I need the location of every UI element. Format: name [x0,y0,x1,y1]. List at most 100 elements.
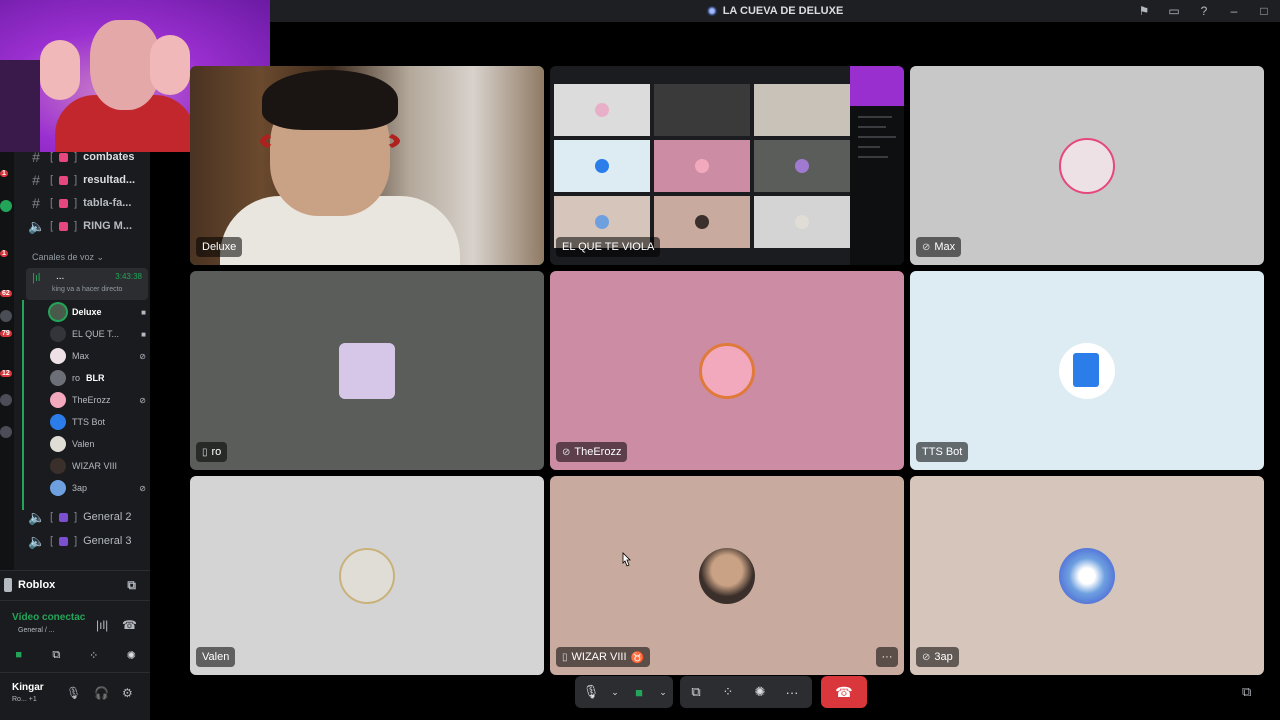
unread-badge: 1 [0,250,8,257]
video-tile-deluxe[interactable]: Deluxe [190,66,544,265]
user-name: Valen [72,439,95,449]
voice-activity-icon: |ıl [32,272,41,284]
voice-channel[interactable]: 🔈 [] General 3 [28,530,146,552]
tile-name-tag: ⊘ 3ap [916,647,959,667]
screen-share-icon[interactable]: ⧉ [127,578,136,593]
window-title-wrap: LA CUEVA DE DELUXE [706,5,844,17]
avatar [50,436,66,452]
soundboard-icon[interactable]: ✺ [744,676,776,708]
server-icon[interactable] [0,426,12,438]
user-name: TheErozz [72,395,111,405]
avatar [50,392,66,408]
activities-icon[interactable]: ⁘ [81,646,107,664]
text-channel[interactable]: # [] tabla-fa... [28,192,146,214]
video-tile-valen[interactable]: Valen [190,476,544,675]
minimize-icon[interactable]: – [1226,3,1242,19]
activities-icon[interactable]: ⁘ [712,676,744,708]
emoji-icon [59,512,69,522]
flag-icon[interactable]: ⚑ [1136,3,1152,19]
video-tile-screen-share[interactable]: EL QUE TE VIOLA [550,66,904,265]
tile-name-tag: EL QUE TE VIOLA [556,237,661,257]
avatar [339,342,395,399]
video-tile-max[interactable]: ⊘ Max [910,66,1264,265]
maximize-icon[interactable]: □ [1256,3,1272,19]
screen-share-icon[interactable]: ⧉ [680,676,712,708]
tile-name-tag: ▯ WIZAR VIII ♉ [556,647,651,667]
voice-user[interactable]: Max ⊘ [50,346,146,366]
voice-user[interactable]: Deluxe ■ [50,302,146,322]
activity-status[interactable]: Roblox ⧉ [0,574,150,596]
soundboard-icon[interactable]: ✺ [118,646,144,664]
voice-category-header[interactable]: Canales de voz ⌄ [32,252,104,263]
user-name: TTS Bot [72,417,106,427]
voice-channel[interactable]: 🔈 [] General 2 [28,506,146,528]
video-tile-tts-bot[interactable]: TTS Bot [910,271,1264,470]
voice-user[interactable]: 3ap ⊘ [50,478,146,498]
voice-connected-channel[interactable]: General / ... [18,627,55,634]
voice-user[interactable]: ro BLR [50,368,146,388]
server-strip: 1 1 62 79 12 [0,150,14,570]
document-icon [1073,352,1099,387]
voice-connected-status[interactable]: Vídeo conectac [12,612,85,623]
inbox-icon[interactable]: ▭ [1166,3,1182,19]
server-icon[interactable] [0,394,12,406]
avatar [50,326,66,342]
deafened-icon: ⊘ [139,395,146,405]
video-tile-wizar[interactable]: ▯ WIZAR VIII ♉ ··· [550,476,904,675]
microphone-icon[interactable]: 🎙 [575,676,607,708]
mic-options-chevron-icon[interactable]: ⌄ [607,676,623,708]
avatar [699,342,755,399]
help-icon[interactable]: ? [1196,3,1212,19]
screen-share-icon[interactable]: ⧉ [43,646,69,664]
server-icon [706,6,717,16]
audio-video-controls: 🎙 ⌄ ■ ⌄ [575,676,673,708]
title-bar-actions: ⚑ ▭ ? – □ [1136,3,1272,19]
camera-options-chevron-icon[interactable]: ⌄ [655,676,671,708]
deafened-icon: ⊘ [562,446,571,458]
more-options-button[interactable]: ··· [776,676,808,708]
voice-user[interactable]: TheErozz ⊘ [50,390,146,410]
server-icon[interactable] [0,200,12,212]
more-options-button[interactable]: ··· [876,647,898,667]
avatar [50,414,66,430]
voice-user[interactable]: Valen [50,434,146,454]
tile-name-tag: TTS Bot [916,442,969,462]
text-channel[interactable]: # [] resultad... [28,169,146,191]
video-tile-3ap[interactable]: ⊘ 3ap [910,476,1264,675]
activity-controls: ⧉ ⁘ ✺ ··· [680,676,812,708]
video-tile-ro[interactable]: ▯ ro [190,271,544,470]
disconnect-icon[interactable]: ☎ [122,618,137,632]
popout-icon[interactable]: ⧉ [1242,684,1251,700]
channel-name: resultad... [83,174,136,186]
video-tile-theerozz[interactable]: ⊘ TheErozz [550,271,904,470]
tile-name-tag: ⊘ Max [916,237,962,257]
emoji-icon [59,198,69,208]
channel-name: RING M... [83,220,133,232]
avatar [339,547,395,604]
user-name: Deluxe [72,307,102,317]
voice-user[interactable]: TTS Bot [50,412,146,432]
voice-channel[interactable]: 🔈 [] RING M... [28,215,146,237]
user-name: EL QUE T... [72,329,120,339]
noise-suppression-icon[interactable]: |ıl| [96,618,108,632]
avatar [50,348,66,364]
phone-hangup-icon: ☎ [835,683,853,700]
unread-badge: 12 [0,370,12,377]
unread-badge: 1 [0,170,8,177]
server-icon[interactable] [0,310,12,322]
speaker-icon: 🔈 [28,532,46,549]
avatar [50,304,66,320]
window-title: LA CUEVA DE DELUXE [722,5,844,17]
camera-feed [190,66,544,265]
avatar [50,480,66,496]
voice-user[interactable]: EL QUE T... ■ [50,324,146,344]
camera-icon[interactable]: ■ [6,646,32,664]
emoji-icon [59,221,69,231]
channel-name: tabla-fa... [83,197,132,209]
voice-user[interactable]: WIZAR VIII [50,456,146,476]
camera-icon[interactable]: ■ [623,676,655,708]
active-voice-channel[interactable]: |ıl ... 3:43:38 king va a hacer directo [26,268,148,300]
game-icon [4,578,12,592]
user-name: 3ap [72,483,88,493]
leave-call-button[interactable]: ☎ [821,676,867,708]
